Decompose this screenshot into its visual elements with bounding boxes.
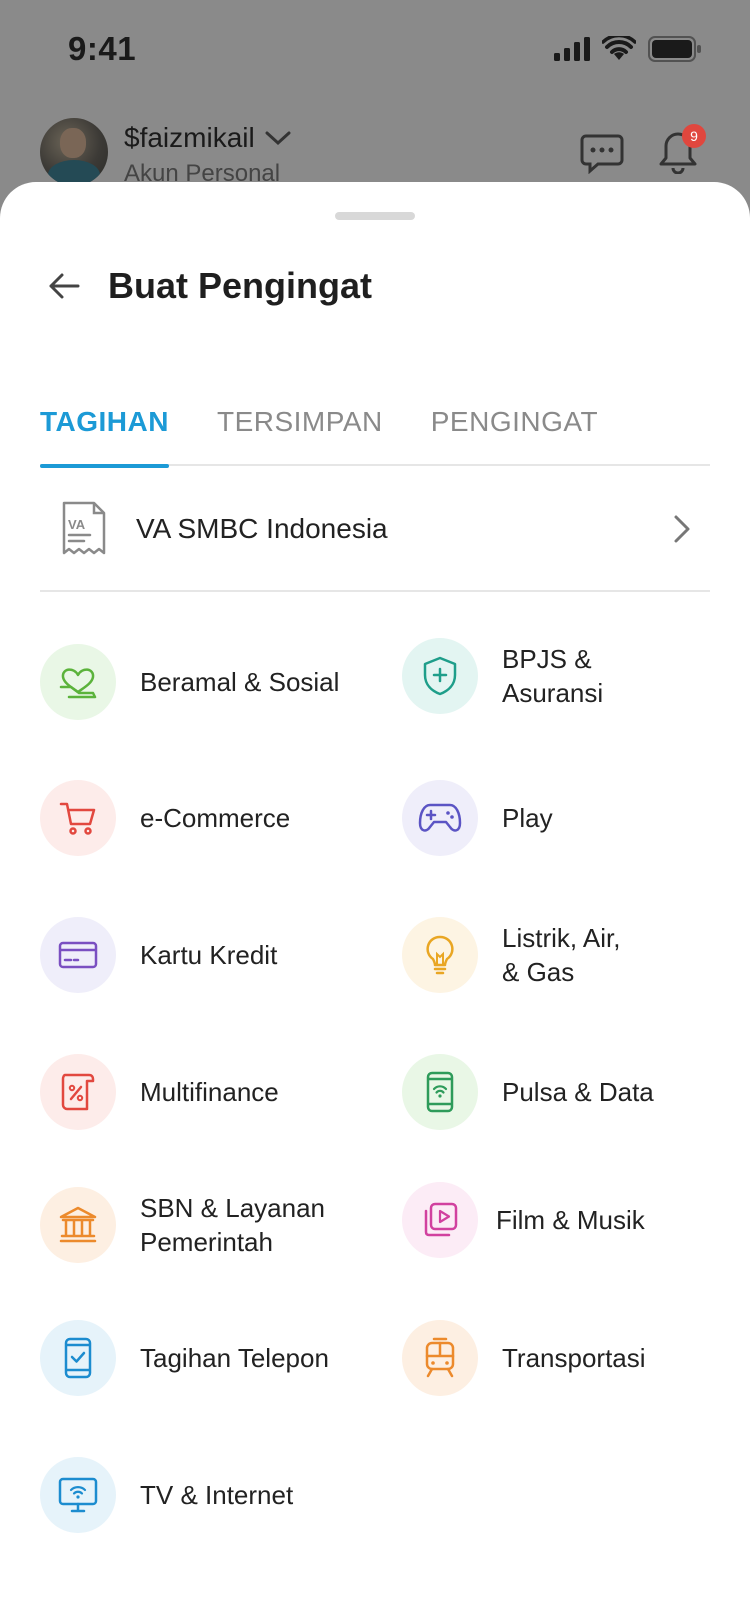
category-beramal-sosial[interactable]: Beramal & Sosial [40,642,370,722]
percent-doc-icon [61,1073,95,1111]
bank-icon [59,1206,97,1243]
category-tagihan-telepon[interactable]: Tagihan Telepon [40,1318,370,1398]
sheet-drag-handle[interactable] [335,212,415,220]
category-pulsa-data[interactable]: Pulsa & Data [402,1052,732,1132]
signal-icon [554,37,590,61]
phone-wifi-icon [426,1071,454,1113]
sheet-title: Buat Pengingat [108,265,373,306]
category-bpjs-asuransi[interactable]: BPJS & Asuransi [402,636,732,716]
va-item-label: VA SMBC Indonesia [136,513,388,544]
category-transportasi[interactable]: Transportasi [402,1318,732,1398]
status-icons [554,36,702,62]
category-ecommerce[interactable]: e-Commerce [40,778,370,858]
category-label: Transportasi [502,1343,646,1373]
notification-badge: 9 [682,124,706,148]
phone-check-icon [64,1337,92,1379]
lightbulb-icon [426,935,454,975]
shield-plus-icon [423,656,457,696]
credit-card-icon [58,941,98,969]
category-label: SBN & Layanan Pemerintah [140,1193,326,1257]
wifi-icon [602,36,636,60]
back-button[interactable] [40,262,88,310]
category-label: Multifinance [140,1077,279,1107]
tab-pengingat[interactable]: PENGINGAT [431,378,598,466]
category-film-musik[interactable]: Film & Musik [402,1180,732,1260]
va-list-item[interactable]: VA VA SMBC Indonesia [40,468,710,592]
category-label: TV & Internet [140,1480,294,1510]
notification-button[interactable]: 9 [656,124,706,175]
status-time: 9:41 [68,30,137,67]
tab-tersimpan[interactable]: TERSIMPAN [217,378,383,466]
category-label: Kartu Kredit [140,940,278,970]
profile-row: $faizmikail Akun Personal 9 [40,118,710,188]
bottom-sheet: Buat Pengingat TAGIHAN TERSIMPAN PENGING… [0,182,750,1624]
heart-hand-icon [59,668,97,699]
cart-icon [59,802,96,835]
chevron-down-icon [265,131,291,146]
category-label: Beramal & Sosial [140,667,340,697]
category-kartu-kredit[interactable]: Kartu Kredit [40,915,370,995]
arrow-left-icon [49,273,80,299]
category-label: Film & Musik [496,1205,645,1235]
category-tv-internet[interactable]: TV & Internet [40,1455,370,1535]
category-sbn-layanan-pemerintah[interactable]: SBN & Layanan Pemerintah [40,1185,370,1265]
monitor-wifi-icon [58,1477,98,1513]
chevron-right-icon [674,515,690,543]
category-multifinance[interactable]: Multifinance [40,1052,370,1132]
category-label: e-Commerce [140,803,291,833]
chat-button[interactable] [580,130,624,175]
gamepad-icon [418,803,462,832]
tab-tagihan[interactable]: TAGIHAN [40,378,169,468]
avatar[interactable] [40,118,108,186]
status-bar: 9:41 [0,0,750,100]
sheet-header: Buat Pengingat [40,256,372,316]
train-icon [425,1337,455,1378]
account-switcher[interactable]: $faizmikail [124,122,291,154]
battery-icon [648,36,701,62]
chat-icon [580,134,624,175]
category-listrik-air-gas[interactable]: Listrik, Air, & Gas [402,915,732,995]
category-label: Play [502,803,553,833]
tab-bar: TAGIHAN TERSIMPAN PENGINGAT [40,378,710,468]
profile-name: $faizmikail [124,122,255,153]
play-stack-icon [424,1202,458,1237]
va-receipt-icon: VA [62,501,106,555]
svg-text:VA: VA [68,517,86,532]
category-label: Tagihan Telepon [140,1343,329,1373]
category-label: BPJS & Asuransi [502,644,604,708]
category-label: Listrik, Air, & Gas [502,923,621,987]
category-play[interactable]: Play [402,778,732,858]
category-label: Pulsa & Data [502,1077,654,1107]
